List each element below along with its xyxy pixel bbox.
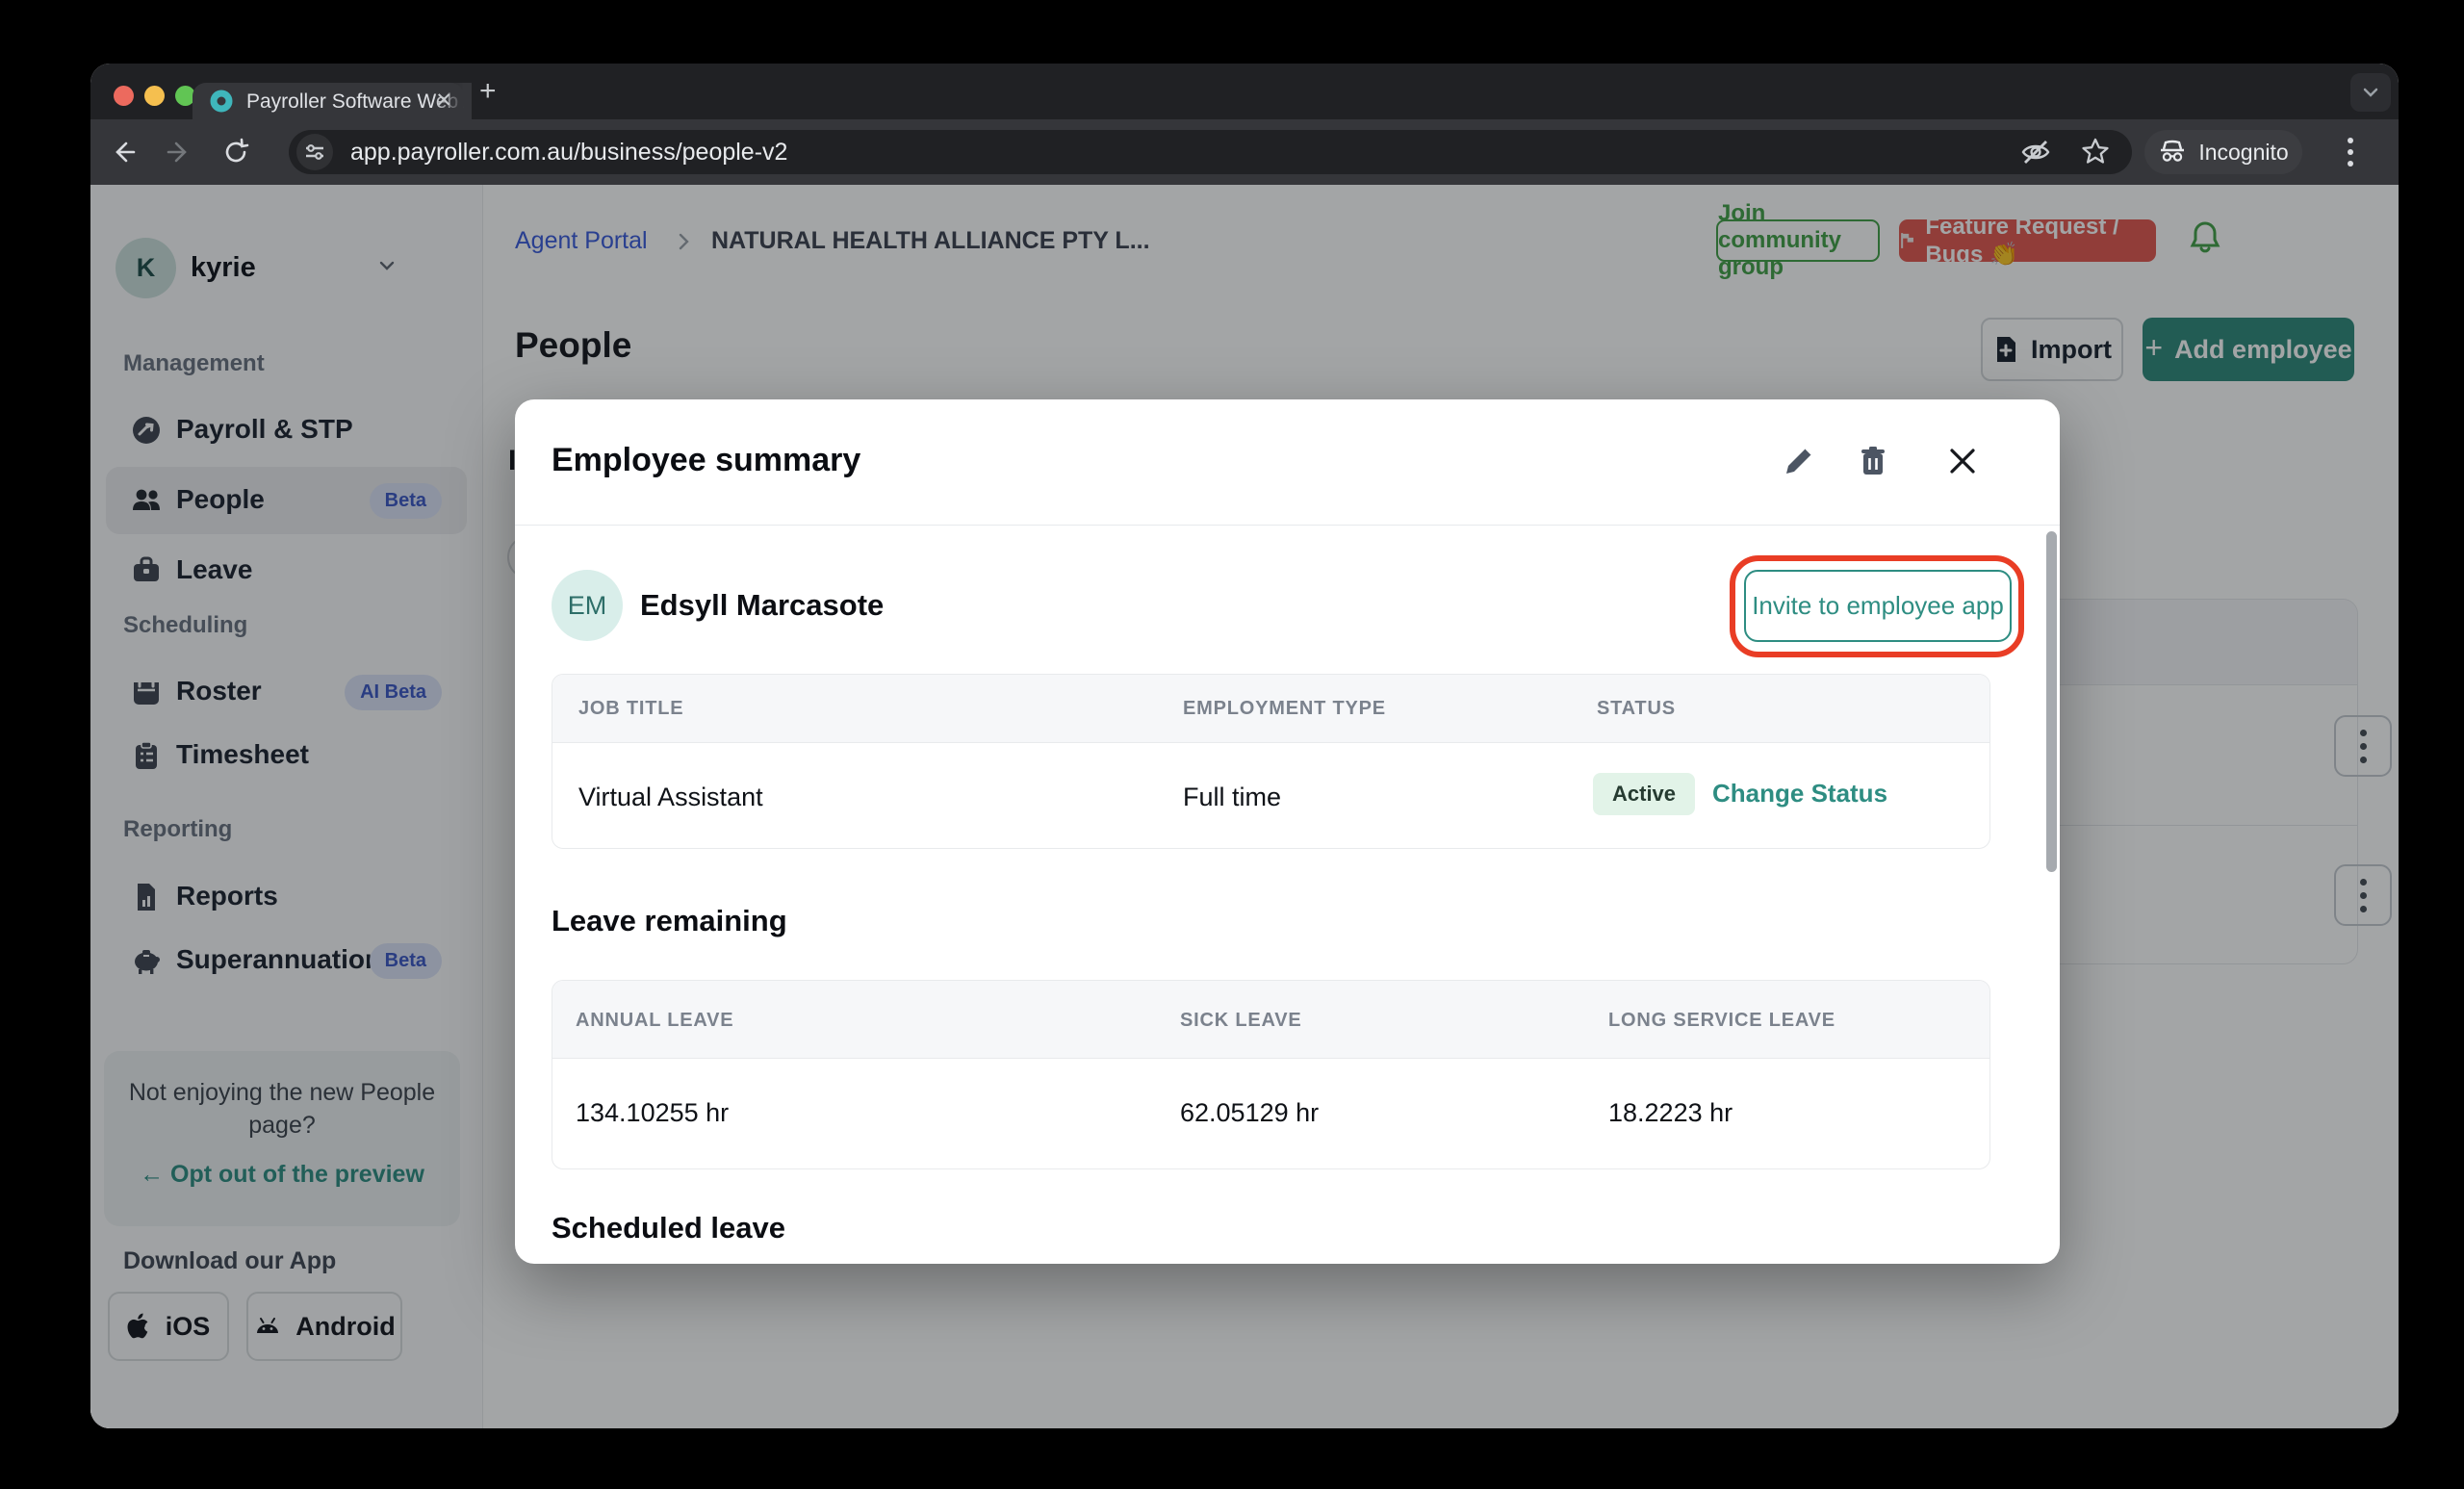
- close-modal-button[interactable]: [1945, 444, 1984, 482]
- new-tab-button[interactable]: +: [479, 77, 497, 106]
- annual-leave-value: 134.10255 hr: [576, 1098, 730, 1127]
- tab-close-icon[interactable]: ✕: [435, 90, 452, 112]
- invite-to-employee-app-button[interactable]: Invite to employee app: [1744, 570, 2012, 642]
- column-header-annual-leave: ANNUAL LEAVE: [576, 1010, 734, 1031]
- close-icon: [1950, 449, 1975, 474]
- reload-icon: [225, 138, 249, 163]
- leave-table-header: ANNUAL LEAVE SICK LEAVE LONG SERVICE LEA…: [552, 981, 1989, 1059]
- browser-menu-button[interactable]: [2333, 135, 2368, 169]
- screenshot-stage: Payroller Software Web Appli ✕ +: [0, 0, 2464, 1489]
- window-minimize-button[interactable]: [144, 86, 165, 106]
- address-bar[interactable]: app.payroller.com.au/business/people-v2: [289, 130, 2132, 174]
- leave-remaining-heading: Leave remaining: [552, 904, 787, 937]
- scheduled-leave-heading: Scheduled leave: [552, 1211, 785, 1245]
- modal-scrollbar[interactable]: [2046, 531, 2057, 872]
- employee-summary-modal: Employee summary EM Edsyll Marcasote Inv…: [515, 399, 2060, 1264]
- chevron-down-icon: [2363, 88, 2378, 97]
- job-title-value: Virtual Assistant: [578, 783, 763, 811]
- column-header-status: STATUS: [1597, 698, 1676, 719]
- leave-remaining-table: ANNUAL LEAVE SICK LEAVE LONG SERVICE LEA…: [552, 980, 1990, 1169]
- change-status-link[interactable]: Change Status: [1712, 779, 1887, 809]
- column-header-job-title: JOB TITLE: [578, 698, 684, 719]
- employee-name: Edsyll Marcasote: [640, 588, 885, 622]
- modal-header-divider: [515, 525, 2060, 526]
- invite-label: Invite to employee app: [1752, 591, 2004, 620]
- employee-avatar: EM: [552, 570, 623, 641]
- long-service-leave-value: 18.2223 hr: [1608, 1098, 1733, 1127]
- reload-button[interactable]: [218, 135, 253, 169]
- back-arrow-icon: [116, 141, 136, 163]
- hidden-eye-icon[interactable]: [2018, 135, 2053, 169]
- tune-icon: [306, 144, 323, 160]
- employee-details-table: JOB TITLE EMPLOYMENT TYPE STATUS Virtual…: [552, 674, 1990, 849]
- employee-initials: EM: [567, 590, 607, 620]
- browser-window: Payroller Software Web Appli ✕ +: [90, 64, 2399, 1428]
- pencil-icon: [1786, 448, 1812, 474]
- edit-employee-button[interactable]: [1782, 444, 1820, 482]
- column-header-employment-type: EMPLOYMENT TYPE: [1183, 698, 1386, 719]
- modal-title: Employee summary: [552, 442, 861, 478]
- incognito-label: Incognito: [2198, 139, 2289, 165]
- column-header-long-service-leave: LONG SERVICE LEAVE: [1608, 1010, 1835, 1031]
- column-header-sick-leave: SICK LEAVE: [1180, 1010, 1302, 1031]
- incognito-badge: Incognito: [2144, 130, 2302, 174]
- menu-dot: [2348, 138, 2353, 143]
- browser-tab[interactable]: Payroller Software Web Appli ✕: [192, 83, 472, 119]
- payroller-app: K kyrie Management Payroll & STP People …: [90, 185, 2399, 1428]
- details-table-header: JOB TITLE EMPLOYMENT TYPE STATUS: [552, 675, 1989, 743]
- menu-dot: [2348, 149, 2353, 155]
- back-button[interactable]: [106, 135, 141, 169]
- delete-employee-button[interactable]: [1856, 444, 1894, 482]
- tab-strip: Payroller Software Web Appli ✕ +: [90, 64, 2399, 119]
- trash-icon: [1861, 447, 1885, 475]
- window-close-button[interactable]: [114, 86, 134, 106]
- incognito-icon: [2161, 140, 2185, 162]
- forward-arrow-icon: [167, 141, 187, 163]
- status-badge: Active: [1593, 773, 1696, 815]
- menu-dot: [2348, 161, 2353, 167]
- url-text: app.payroller.com.au/business/people-v2: [350, 139, 788, 166]
- browser-toolbar: app.payroller.com.au/business/people-v2 …: [90, 119, 2399, 185]
- omnibox-actions: [2018, 135, 2113, 169]
- sick-leave-value: 62.05129 hr: [1180, 1098, 1320, 1127]
- payroller-favicon-icon: [210, 90, 233, 113]
- tab-search-button[interactable]: [2350, 73, 2391, 112]
- employment-type-value: Full time: [1183, 783, 1282, 811]
- forward-button[interactable]: [162, 135, 196, 169]
- bookmark-star-icon[interactable]: [2078, 135, 2113, 169]
- site-settings-button[interactable]: [296, 134, 333, 170]
